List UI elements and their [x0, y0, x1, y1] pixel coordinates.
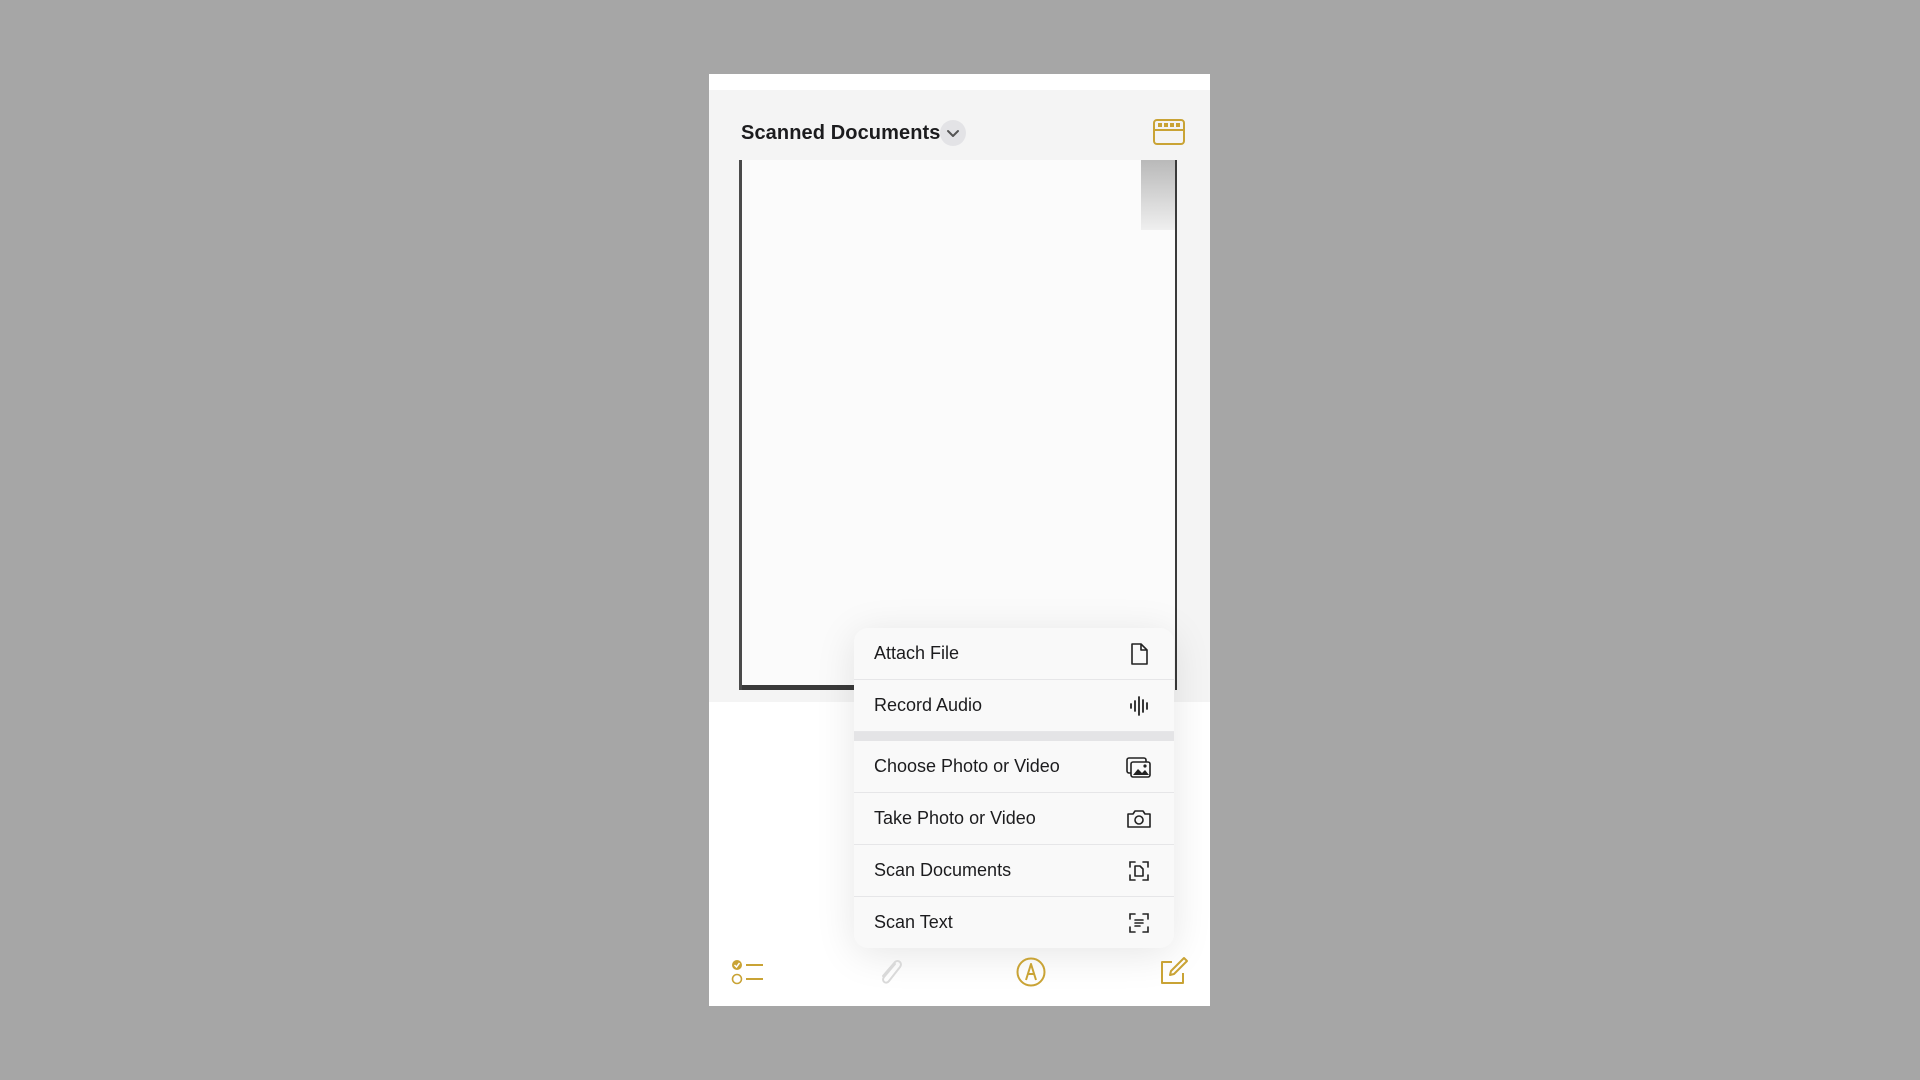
menu-item-label: Scan Text — [874, 912, 953, 932]
menu-item-choose-photo[interactable]: Choose Photo or Video — [854, 741, 1174, 793]
table-view-icon[interactable] — [1152, 118, 1186, 146]
waveform-icon — [1126, 693, 1152, 719]
status-strip — [709, 74, 1210, 90]
menu-item-take-photo[interactable]: Take Photo or Video — [854, 793, 1174, 845]
menu-item-label: Scan Documents — [874, 860, 1012, 880]
scanned-document-page[interactable] — [739, 160, 1177, 690]
menu-item-label: Record Audio — [874, 695, 983, 715]
chevron-down-icon[interactable] — [940, 120, 966, 146]
menu-section-divider — [854, 732, 1174, 741]
scan-document-icon — [1126, 858, 1152, 884]
menu-item-label: Choose Photo or Video — [874, 756, 1060, 776]
document-icon — [1126, 641, 1152, 667]
note-content-area: Scanned Documents — [709, 90, 1210, 702]
page-edge-shadow — [1141, 160, 1175, 230]
menu-item-label: Attach File — [874, 643, 960, 663]
menu-item-scan-documents[interactable]: Scan Documents — [854, 845, 1174, 897]
markup-pen-icon[interactable] — [1013, 954, 1049, 990]
attachment-menu: Attach File Record Audio Choose Photo or… — [854, 628, 1174, 948]
menu-item-label: Take Photo or Video — [874, 808, 1036, 828]
compose-icon[interactable] — [1155, 954, 1191, 990]
menu-item-record-audio[interactable]: Record Audio — [854, 680, 1174, 732]
checklist-icon[interactable] — [730, 954, 766, 990]
scan-text-icon — [1126, 910, 1152, 936]
attachment-title[interactable]: Scanned Documents — [741, 122, 941, 145]
paperclip-icon[interactable] — [872, 954, 908, 990]
menu-item-scan-text[interactable]: Scan Text — [854, 897, 1174, 948]
photo-library-icon — [1126, 754, 1152, 780]
page-edge-shadow — [742, 685, 862, 690]
menu-item-attach-file[interactable]: Attach File — [854, 628, 1174, 680]
notes-app-window: Scanned Documents Attach File Record Aud… — [709, 74, 1210, 1006]
camera-icon — [1126, 806, 1152, 832]
